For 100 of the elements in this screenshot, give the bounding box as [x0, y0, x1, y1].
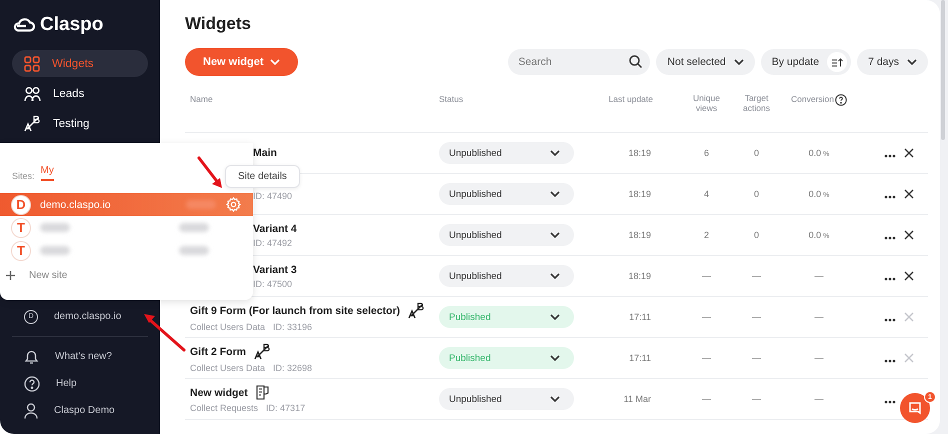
- grid-icon: [24, 56, 40, 72]
- plus-icon: [6, 271, 15, 280]
- table-cell-text: —: [751, 353, 762, 363]
- column-header: Conversion: [791, 94, 847, 106]
- column-header: Last update: [608, 94, 654, 104]
- close-icon[interactable]: [904, 148, 914, 158]
- table-cell-text: —: [701, 271, 712, 281]
- table-cell-text: 11 Mar: [622, 394, 652, 404]
- table-cell-text: —: [751, 312, 762, 322]
- widget-name[interactable]: New widget: [190, 386, 248, 398]
- sites-label: Sites:: [12, 171, 35, 181]
- logo[interactable]: Claspo: [12, 14, 148, 36]
- new-site-button[interactable]: New site: [0, 262, 253, 289]
- more-icon: [884, 400, 896, 404]
- table-cell-text: 18:19: [627, 148, 652, 158]
- status-dropdown[interactable]: Unpublished: [439, 388, 574, 410]
- ab-test-icon: [254, 343, 272, 360]
- status-dropdown[interactable]: Unpublished: [439, 265, 574, 287]
- widget-id: ID: 33196: [273, 322, 312, 332]
- table-cell-text: 17:11: [628, 312, 652, 322]
- sidebar-link[interactable]: Help: [12, 370, 148, 397]
- chevron-down-icon: [550, 396, 560, 402]
- table-cell-text: 4: [702, 189, 710, 199]
- widget-name[interactable]: Gift 2 Form: [190, 346, 246, 358]
- close-icon[interactable]: [904, 189, 914, 199]
- redaction-blur: [40, 223, 70, 232]
- chevron-down-icon: [550, 355, 560, 361]
- table-cell-text: —: [701, 353, 712, 363]
- close-icon[interactable]: [904, 230, 914, 240]
- widget-type: Collect Users Data: [190, 363, 266, 373]
- widget-type: ID: 47492: [253, 238, 292, 248]
- table-cell-text: —: [814, 394, 824, 404]
- form-icon: [256, 385, 269, 400]
- widget-name[interactable]: Gift 9 Form (For launch from site selector): [190, 304, 400, 316]
- table-cell-text: 2: [702, 230, 710, 240]
- search-field[interactable]: Search: [508, 49, 650, 75]
- more-icon: [884, 154, 896, 158]
- redaction-blur: [179, 223, 209, 232]
- table-cell-text: —: [701, 312, 712, 322]
- chevron-down-icon: [550, 314, 560, 320]
- people-icon: [24, 86, 41, 102]
- site-avatar: D: [12, 196, 30, 214]
- widget-name[interactable]: Main: [253, 147, 277, 159]
- site-avatar: T: [12, 242, 30, 260]
- widget-type: Collect Users Data: [190, 322, 266, 332]
- table-cell-text: 0: [752, 230, 760, 240]
- chevron-down-icon: [270, 59, 280, 65]
- bell-icon: [24, 348, 39, 364]
- widget-name[interactable]: Variant 4: [253, 222, 297, 234]
- chevron-down-icon: [734, 59, 744, 65]
- help-icon: [24, 376, 40, 392]
- redaction-blur: [186, 200, 216, 209]
- table-cell-text: —: [814, 312, 824, 322]
- widget-name[interactable]: Variant 3: [253, 264, 297, 276]
- table-cell-text: —: [814, 271, 824, 281]
- chevron-down-icon: [550, 150, 560, 156]
- cloud-icon: [12, 18, 36, 32]
- chevron-down-icon: [550, 191, 560, 197]
- table-cell-text: —: [701, 394, 712, 404]
- page-title: Widgets: [185, 14, 252, 34]
- chevron-down-icon: [550, 273, 560, 279]
- nav-item[interactable]: Testing: [12, 110, 148, 137]
- nav-item[interactable]: Widgets: [12, 50, 148, 77]
- table-cell-text: 18:19: [627, 271, 652, 281]
- sidebar-link[interactable]: Claspo Demo: [12, 397, 148, 424]
- sort-icon: [832, 58, 843, 66]
- table-cell-text: 18:19: [627, 230, 652, 240]
- status-dropdown[interactable]: Unpublished: [439, 142, 574, 164]
- scrollbar[interactable]: [941, 0, 945, 140]
- more-icon: [884, 276, 896, 280]
- status-dropdown[interactable]: Unpublished: [439, 224, 574, 246]
- column-header: Unique views: [692, 94, 721, 114]
- more-icon: [884, 358, 896, 362]
- close-icon[interactable]: [904, 271, 914, 281]
- table-cell-text: —: [751, 271, 762, 281]
- column-header: Target actions: [742, 94, 771, 114]
- column-header: Name: [189, 94, 214, 104]
- sidebar-link[interactable]: What's new?: [12, 343, 148, 370]
- widget-id: ID: 32698: [273, 363, 312, 373]
- more-icon: [884, 236, 896, 240]
- widget-id: ID: 47317: [266, 403, 306, 413]
- nav-item[interactable]: Leads: [12, 80, 148, 107]
- table-cell-text: 17:11: [628, 353, 652, 363]
- status-dropdown[interactable]: Unpublished: [439, 183, 574, 205]
- period-dropdown[interactable]: 7 days: [857, 49, 928, 75]
- arrow: [141, 311, 187, 353]
- redaction-blur: [40, 246, 70, 255]
- help-icon: [835, 94, 847, 106]
- widget-type: ID: 47500: [253, 278, 292, 288]
- settings-icon[interactable]: [226, 197, 241, 212]
- logo-text: Claspo: [40, 14, 104, 36]
- redaction-blur: [179, 246, 209, 255]
- chevron-down-icon: [907, 59, 917, 65]
- widget-type: ID: 47490: [253, 190, 292, 200]
- filter-dropdown[interactable]: Not selected: [656, 49, 755, 75]
- sort-button[interactable]: By update: [760, 49, 852, 75]
- ab-test-icon: [24, 115, 41, 132]
- widget-type: Collect Requests: [190, 403, 258, 413]
- table-cell-text: 6: [702, 148, 710, 158]
- table-cell-text: 0: [752, 189, 760, 199]
